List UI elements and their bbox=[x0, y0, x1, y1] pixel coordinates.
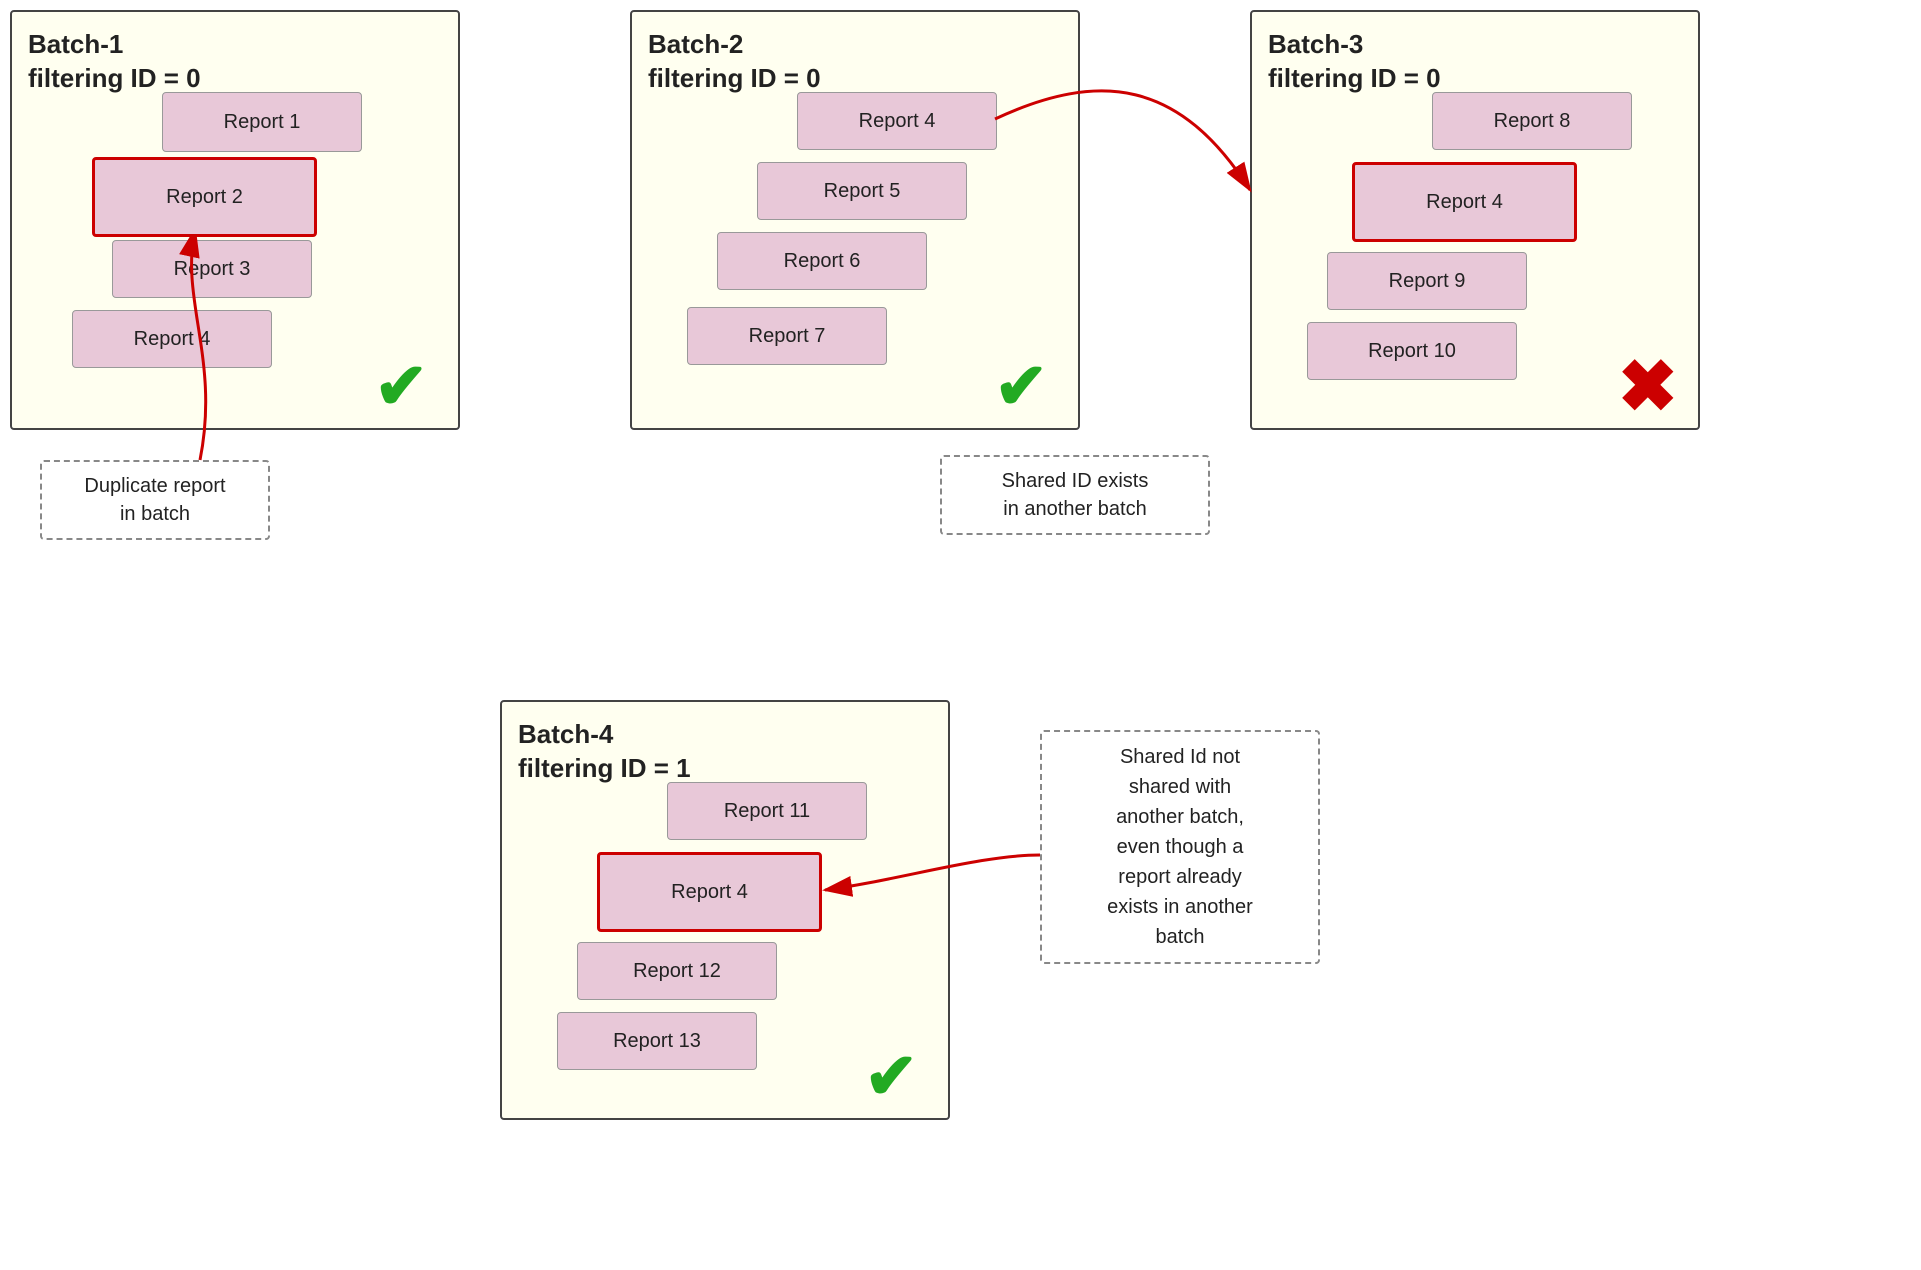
batch2-report4: Report 4 bbox=[797, 92, 997, 150]
batch3-box: Batch-3filtering ID = 0 Report 8 Report … bbox=[1250, 10, 1700, 430]
batch1-checkmark: ✔ bbox=[374, 354, 428, 418]
batch1-box: Batch-1filtering ID = 0 Report 1 Report … bbox=[10, 10, 460, 430]
batch1-report2: Report 2 bbox=[92, 157, 317, 237]
batch2-report7: Report 7 bbox=[687, 307, 887, 365]
batch2-checkmark: ✔ bbox=[994, 354, 1048, 418]
batch1-report3: Report 3 bbox=[112, 240, 312, 298]
batch1-report1: Report 1 bbox=[162, 92, 362, 152]
annotation-not-shared: Shared Id notshared withanother batch,ev… bbox=[1040, 730, 1320, 964]
batch3-title: Batch-3filtering ID = 0 bbox=[1268, 28, 1682, 96]
batch3-report9: Report 9 bbox=[1327, 252, 1527, 310]
batch2-box: Batch-2filtering ID = 0 Report 4 Report … bbox=[630, 10, 1080, 430]
batch1-report4: Report 4 bbox=[72, 310, 272, 368]
annotation-duplicate: Duplicate reportin batch bbox=[40, 460, 270, 540]
main-container: Batch-1filtering ID = 0 Report 1 Report … bbox=[0, 0, 1921, 1270]
batch4-checkmark: ✔ bbox=[864, 1044, 918, 1108]
batch4-title: Batch-4filtering ID = 1 bbox=[518, 718, 932, 786]
annotation-shared-id: Shared ID existsin another batch bbox=[940, 455, 1210, 535]
batch3-report4: Report 4 bbox=[1352, 162, 1577, 242]
batch3-report8: Report 8 bbox=[1432, 92, 1632, 150]
batch4-report13: Report 13 bbox=[557, 1012, 757, 1070]
batch4-report12: Report 12 bbox=[577, 942, 777, 1000]
batch4-box: Batch-4filtering ID = 1 Report 11 Report… bbox=[500, 700, 950, 1120]
batch3-report10: Report 10 bbox=[1307, 322, 1517, 380]
batch2-report5: Report 5 bbox=[757, 162, 967, 220]
batch1-title: Batch-1filtering ID = 0 bbox=[28, 28, 442, 96]
batch2-title: Batch-2filtering ID = 0 bbox=[648, 28, 1062, 96]
batch2-report6: Report 6 bbox=[717, 232, 927, 290]
batch4-report11: Report 11 bbox=[667, 782, 867, 840]
batch3-xmark: ✖ bbox=[1618, 351, 1678, 423]
batch4-report4: Report 4 bbox=[597, 852, 822, 932]
